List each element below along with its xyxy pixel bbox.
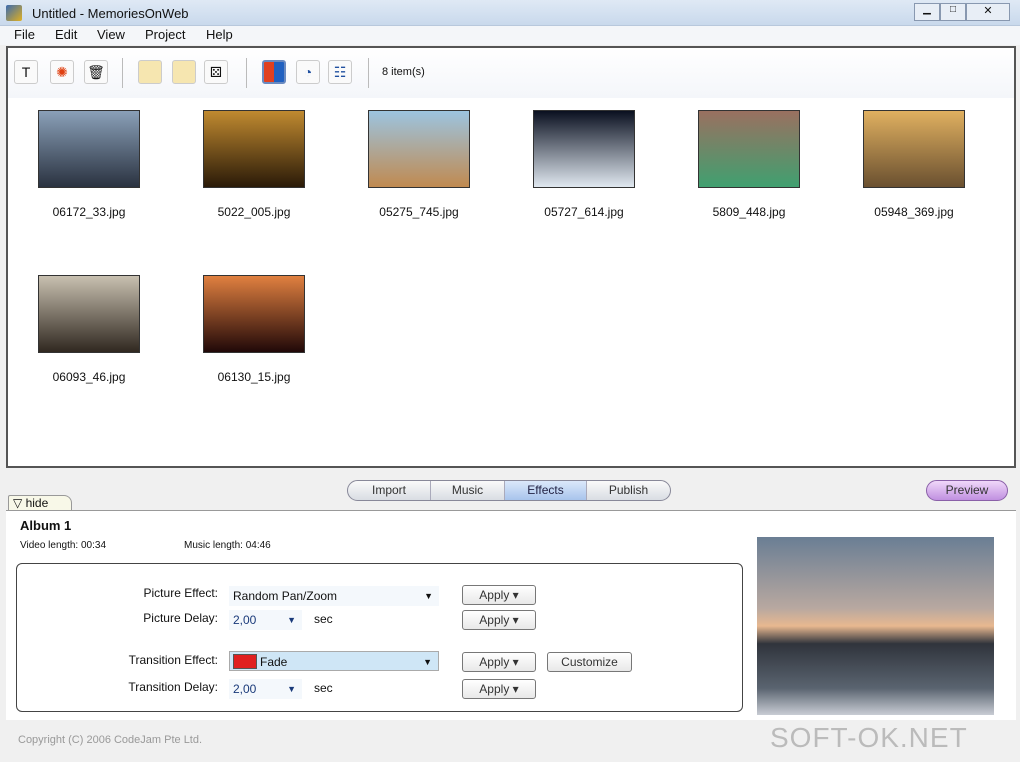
menu-help[interactable]: Help: [206, 27, 233, 42]
picture-effect-value: Random Pan/Zoom: [233, 589, 338, 603]
thumbnail-label[interactable]: 06130_15.jpg: [184, 370, 324, 384]
thumbnail-view-icon[interactable]: [262, 60, 286, 84]
minimize-button[interactable]: ▁: [914, 3, 940, 21]
chevron-down-icon: ▼: [287, 684, 296, 694]
timeline-view-icon[interactable]: ◔: [296, 60, 320, 84]
thumbnail-image[interactable]: [863, 110, 965, 188]
window-controls: ▁ □ ✕: [914, 3, 1010, 21]
transition-effect-dropdown[interactable]: Fade ▼: [229, 651, 439, 671]
transition-delay-dropdown[interactable]: 2,00 ▼: [229, 679, 302, 699]
item-count: 8 item(s): [382, 66, 425, 78]
tab-publish[interactable]: Publish: [587, 481, 670, 500]
tab-import[interactable]: Import: [348, 481, 431, 500]
tab-music[interactable]: Music: [431, 481, 505, 500]
transition-effect-label: Transition Effect:: [128, 653, 218, 667]
chevron-down-icon: ▼: [424, 591, 433, 601]
thumbnail-image[interactable]: [368, 110, 470, 188]
picture-delay-dropdown[interactable]: 2,00 ▼: [229, 610, 302, 630]
toolbar: T ✺ 🗑 ⚄ ◔ ☷ 8 item(s): [8, 48, 1014, 98]
window-title: Untitled - MemoriesOnWeb: [32, 6, 189, 21]
chevron-down-icon: ▼: [287, 615, 296, 625]
list-view-icon[interactable]: ☷: [328, 60, 352, 84]
video-length: Video length: 00:34: [20, 540, 107, 551]
thumbnail-image[interactable]: [38, 110, 140, 188]
thumbnail-label[interactable]: 05948_369.jpg: [844, 205, 984, 219]
customize-button[interactable]: Customize: [547, 652, 632, 672]
menu-project[interactable]: Project: [145, 27, 185, 42]
apply-transition-delay-button[interactable]: Apply ▾: [462, 679, 536, 699]
transition-delay-value: 2,00: [233, 682, 257, 696]
thumbnail-label[interactable]: 05275_745.jpg: [349, 205, 489, 219]
transition-delay-label: Transition Delay:: [128, 680, 218, 694]
apply-transition-effect-button[interactable]: Apply ▾: [462, 652, 536, 672]
menu-edit[interactable]: Edit: [55, 27, 77, 42]
sec-label: sec: [314, 681, 333, 695]
title-bar: Untitled - MemoriesOnWeb ▁ □ ✕: [0, 0, 1020, 26]
transition-effect-value: Fade: [260, 655, 288, 669]
menu-file[interactable]: File: [14, 27, 35, 42]
album-title: Album 1: [20, 518, 72, 533]
picture-effect-label: Picture Effect:: [143, 586, 218, 600]
apply-picture-effect-button[interactable]: Apply ▾: [462, 585, 536, 605]
picture-delay-label: Picture Delay:: [143, 611, 218, 625]
apply-picture-delay-button[interactable]: Apply ▾: [462, 610, 536, 630]
chevron-down-icon: ▼: [423, 657, 432, 667]
add-images-icon[interactable]: [138, 60, 162, 84]
thumbnail-image[interactable]: [203, 275, 305, 353]
menu-bar: File Edit View Project Help: [0, 26, 1020, 45]
sec-label: sec: [314, 612, 333, 626]
thumbnail-label[interactable]: 06172_33.jpg: [19, 205, 159, 219]
picture-effect-dropdown[interactable]: Random Pan/Zoom ▼: [229, 586, 439, 606]
thumbnail-label[interactable]: 05727_614.jpg: [514, 205, 654, 219]
preview-image: [757, 537, 994, 715]
music-length: Music length: 04:46: [184, 540, 271, 551]
thumbnail-image[interactable]: [533, 110, 635, 188]
thumbnail-image[interactable]: [203, 110, 305, 188]
preview-button[interactable]: Preview: [926, 480, 1008, 501]
thumbnail-label[interactable]: 5022_005.jpg: [184, 205, 324, 219]
app-icon: [6, 5, 22, 21]
thumbnail-label[interactable]: 06093_46.jpg: [19, 370, 159, 384]
image-folder-icon[interactable]: [172, 60, 196, 84]
mode-tabs: Import Music Effects Publish: [347, 480, 671, 501]
fade-effect-icon: [233, 654, 257, 669]
watermark: SOFT-OK.NET: [770, 722, 968, 753]
thumbnail-image[interactable]: [698, 110, 800, 188]
tab-effects[interactable]: Effects: [505, 481, 587, 500]
thumbnail-image[interactable]: [38, 275, 140, 353]
close-button[interactable]: ✕: [966, 3, 1010, 21]
copyright: Copyright (C) 2006 CodeJam Pte Ltd.: [18, 734, 203, 746]
menu-view[interactable]: View: [97, 27, 125, 42]
trash-icon[interactable]: 🗑: [84, 60, 108, 84]
add-text-icon[interactable]: T: [14, 60, 38, 84]
picture-delay-value: 2,00: [233, 613, 257, 627]
hide-tab[interactable]: ▽ hide: [8, 495, 72, 511]
maximize-button[interactable]: □: [940, 3, 966, 21]
thumbnail-label[interactable]: 5809_448.jpg: [679, 205, 819, 219]
settings-gear-icon[interactable]: ✺: [50, 60, 74, 84]
random-dice-icon[interactable]: ⚄: [204, 60, 228, 84]
media-panel: T ✺ 🗑 ⚄ ◔ ☷ 8 item(s) 06172_33.jpg 5022_0…: [6, 46, 1016, 468]
